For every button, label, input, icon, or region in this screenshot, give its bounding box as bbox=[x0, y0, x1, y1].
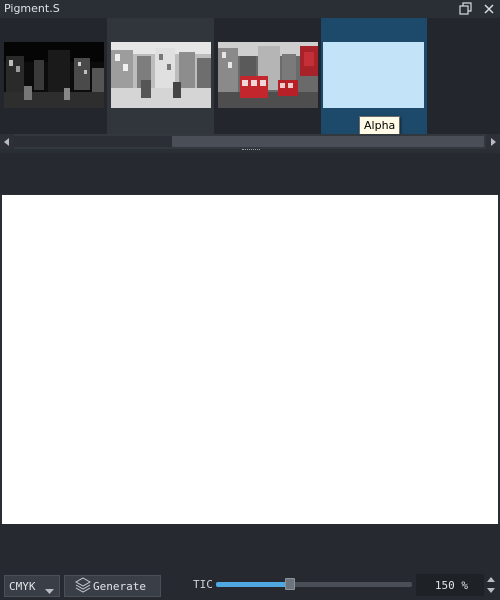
thumbnail-tooltip: Alpha bbox=[359, 116, 401, 136]
bottom-toolbar: CMYK Generate TIC 150 % bbox=[0, 572, 500, 600]
thumbnail-scrollbar[interactable] bbox=[0, 134, 500, 149]
scroll-right-icon[interactable] bbox=[486, 134, 500, 149]
thumbnail-image-red-highlight bbox=[218, 42, 318, 108]
color-mode-select[interactable]: CMYK bbox=[4, 575, 60, 597]
scrollbar-thumb[interactable] bbox=[172, 136, 484, 147]
thumbnail-image-alpha bbox=[323, 42, 424, 108]
thumbnail-strip: Alpha bbox=[0, 18, 500, 136]
tic-slider-fill bbox=[216, 582, 290, 587]
options-area bbox=[0, 153, 500, 194]
close-icon[interactable] bbox=[481, 1, 497, 17]
chevron-down-icon bbox=[45, 584, 54, 597]
thumbnail-image-original bbox=[4, 42, 104, 108]
spin-down-icon[interactable] bbox=[485, 585, 497, 596]
spin-up-icon[interactable] bbox=[485, 574, 497, 585]
layers-icon bbox=[74, 576, 92, 596]
splitter-grip-icon bbox=[242, 149, 260, 152]
zoom-input[interactable]: 150 % bbox=[416, 574, 484, 596]
thumbnail-image-desaturated bbox=[111, 42, 211, 108]
scroll-left-icon[interactable] bbox=[0, 134, 14, 149]
tic-slider-handle[interactable] bbox=[285, 578, 295, 590]
zoom-spinner[interactable] bbox=[485, 574, 497, 596]
preview-canvas[interactable] bbox=[2, 195, 498, 524]
generate-label: Generate bbox=[93, 579, 146, 593]
thumbnail-red-highlight[interactable] bbox=[214, 18, 321, 134]
tic-label: TIC bbox=[193, 578, 213, 591]
title-bar: Pigment.S bbox=[0, 0, 500, 18]
tic-slider[interactable] bbox=[216, 578, 412, 590]
zoom-value: 150 % bbox=[434, 578, 468, 592]
thumbnail-original[interactable] bbox=[0, 18, 107, 134]
generate-button[interactable]: Generate bbox=[64, 575, 161, 597]
lower-panel bbox=[0, 524, 500, 572]
color-mode-value: CMYK bbox=[9, 579, 36, 593]
window-title: Pigment.S bbox=[4, 2, 60, 15]
restore-icon[interactable] bbox=[458, 1, 474, 17]
thumbnail-desaturated[interactable] bbox=[107, 18, 214, 134]
